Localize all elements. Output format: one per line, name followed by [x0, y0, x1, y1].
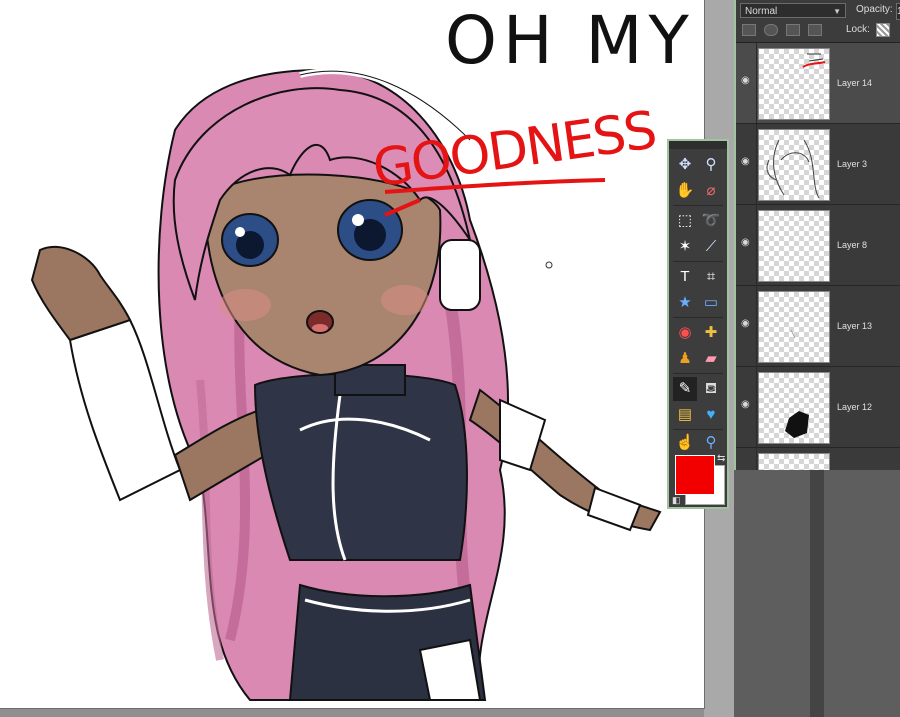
visibility-toggle[interactable]: ◉ [736, 205, 757, 285]
eye-icon: ◉ [741, 237, 750, 248]
foreground-color-swatch[interactable] [675, 455, 715, 495]
headphone [439, 239, 481, 311]
opacity-label: Opacity: [856, 4, 893, 15]
zoom-tool-icon[interactable]: ⚲ [699, 153, 723, 177]
lock-label: Lock: [846, 24, 870, 35]
move-tool-icon[interactable]: ✥ [673, 153, 697, 177]
opacity-input[interactable]: 1 [896, 3, 900, 20]
smudge-tool-icon[interactable]: ☝ [673, 431, 697, 455]
eraser-tool-icon[interactable]: ▰ [699, 347, 723, 371]
layer-thumbnail [758, 291, 830, 363]
cookie-cutter-tool-icon[interactable]: ★ [673, 291, 697, 315]
layers-panel: Normal ▼ Opacity: 1 Lock: ◉ Layer 14 ◉ L… [734, 0, 900, 472]
panel-scrollbar-track[interactable] [810, 470, 824, 717]
magic-wand-tool-icon[interactable]: ✶ [673, 235, 697, 259]
marquee-tool-icon[interactable]: ⬚ [673, 209, 697, 233]
layer-row[interactable]: ◉ Layer 3 [736, 124, 900, 205]
layer-mask-icon[interactable] [786, 24, 800, 36]
layer-name: Layer 12 [837, 402, 873, 412]
spot-healing-tool-icon[interactable]: ✚ [699, 321, 723, 345]
canvas-bottom-edge [0, 709, 704, 717]
vest [253, 372, 468, 561]
layer-row[interactable]: ◉ Layer 12 [736, 367, 900, 448]
visibility-toggle[interactable] [736, 448, 757, 470]
type-tool-icon[interactable]: T [673, 265, 697, 289]
visibility-toggle[interactable]: ◉ [736, 367, 757, 447]
red-eye-tool-icon[interactable]: ◉ [673, 321, 697, 345]
blend-mode-dropdown[interactable]: Normal ▼ [740, 3, 846, 18]
gradient-tool-icon[interactable]: ▤ [673, 403, 697, 427]
toolbox: ✥ ⚲ ✋ ⌀ ⬚ ➰ ✶ ⟋ T ⌗ ★ ▭ ◉ ✚ ♟ ▰ ✎ ⛾ ▤ ♥ … [667, 139, 729, 509]
brush-tool-icon[interactable]: ✎ [673, 377, 697, 401]
visibility-toggle[interactable]: ◉ [736, 43, 757, 123]
eye-icon: ◉ [741, 318, 750, 329]
lasso-tool-icon[interactable]: ➰ [699, 209, 723, 233]
delete-layer-icon[interactable] [808, 24, 822, 36]
blend-mode-value: Normal [745, 6, 778, 17]
chevron-down-icon: ▼ [833, 7, 841, 16]
new-layer-icon[interactable] [742, 24, 756, 36]
layer-thumbnail [758, 129, 830, 201]
eye-icon: ◉ [741, 156, 750, 167]
layer-thumbnail [758, 210, 830, 282]
swap-colors-icon[interactable]: ⇆ [717, 453, 725, 464]
layer-name: Layer 8 [837, 240, 868, 250]
quick-selection-tool-icon[interactable]: ⟋ [699, 235, 723, 259]
adjustment-layer-icon[interactable] [764, 24, 778, 36]
eye-icon: ◉ [741, 75, 750, 86]
sponge-tool-icon[interactable]: ⚲ [699, 431, 723, 455]
clone-stamp-tool-icon[interactable]: ♟ [673, 347, 697, 371]
default-colors-icon[interactable]: ◧ [672, 495, 681, 506]
layer-3-preview [766, 139, 820, 199]
lock-transparency-icon[interactable] [876, 23, 890, 37]
layer-thumbnail [758, 372, 830, 444]
layer-name: Layer 13 [837, 321, 873, 331]
layer-row[interactable] [736, 448, 900, 472]
paint-bucket-tool-icon[interactable]: ⛾ [699, 377, 723, 401]
layer-thumbnail [758, 48, 830, 120]
layer-12-preview [785, 411, 809, 438]
hand-tool-icon[interactable]: ✋ [673, 179, 697, 203]
layer-row[interactable]: ◉ Layer 8 [736, 205, 900, 286]
visibility-toggle[interactable]: ◉ [736, 286, 757, 366]
toolbox-grip[interactable] [669, 141, 727, 149]
artwork [30, 68, 662, 701]
layers-panel-toolbar: Normal ▼ Opacity: 1 Lock: [736, 0, 900, 43]
handwriting-oh-my: OH MY [445, 2, 695, 79]
eyedropper-tool-icon[interactable]: ⌀ [699, 179, 723, 203]
layer-row[interactable]: ◉ Layer 14 [736, 43, 900, 124]
right-wristband [586, 486, 642, 532]
panel-empty-area [734, 470, 900, 717]
layer-14-preview [802, 53, 826, 68]
drawing-canvas[interactable]: OH MY GOODNESS [0, 0, 705, 709]
layer-row[interactable]: ◉ Layer 13 [736, 286, 900, 367]
visibility-toggle[interactable]: ◉ [736, 124, 757, 204]
crop-tool-icon[interactable]: ⌗ [699, 265, 723, 289]
layer-name: Layer 14 [837, 78, 873, 88]
layer-13-preview [790, 329, 796, 339]
eye-icon: ◉ [741, 399, 750, 410]
custom-shape-tool-icon[interactable]: ♥ [699, 403, 723, 427]
layer-name: Layer 3 [837, 159, 868, 169]
straighten-tool-icon[interactable]: ▭ [699, 291, 723, 315]
